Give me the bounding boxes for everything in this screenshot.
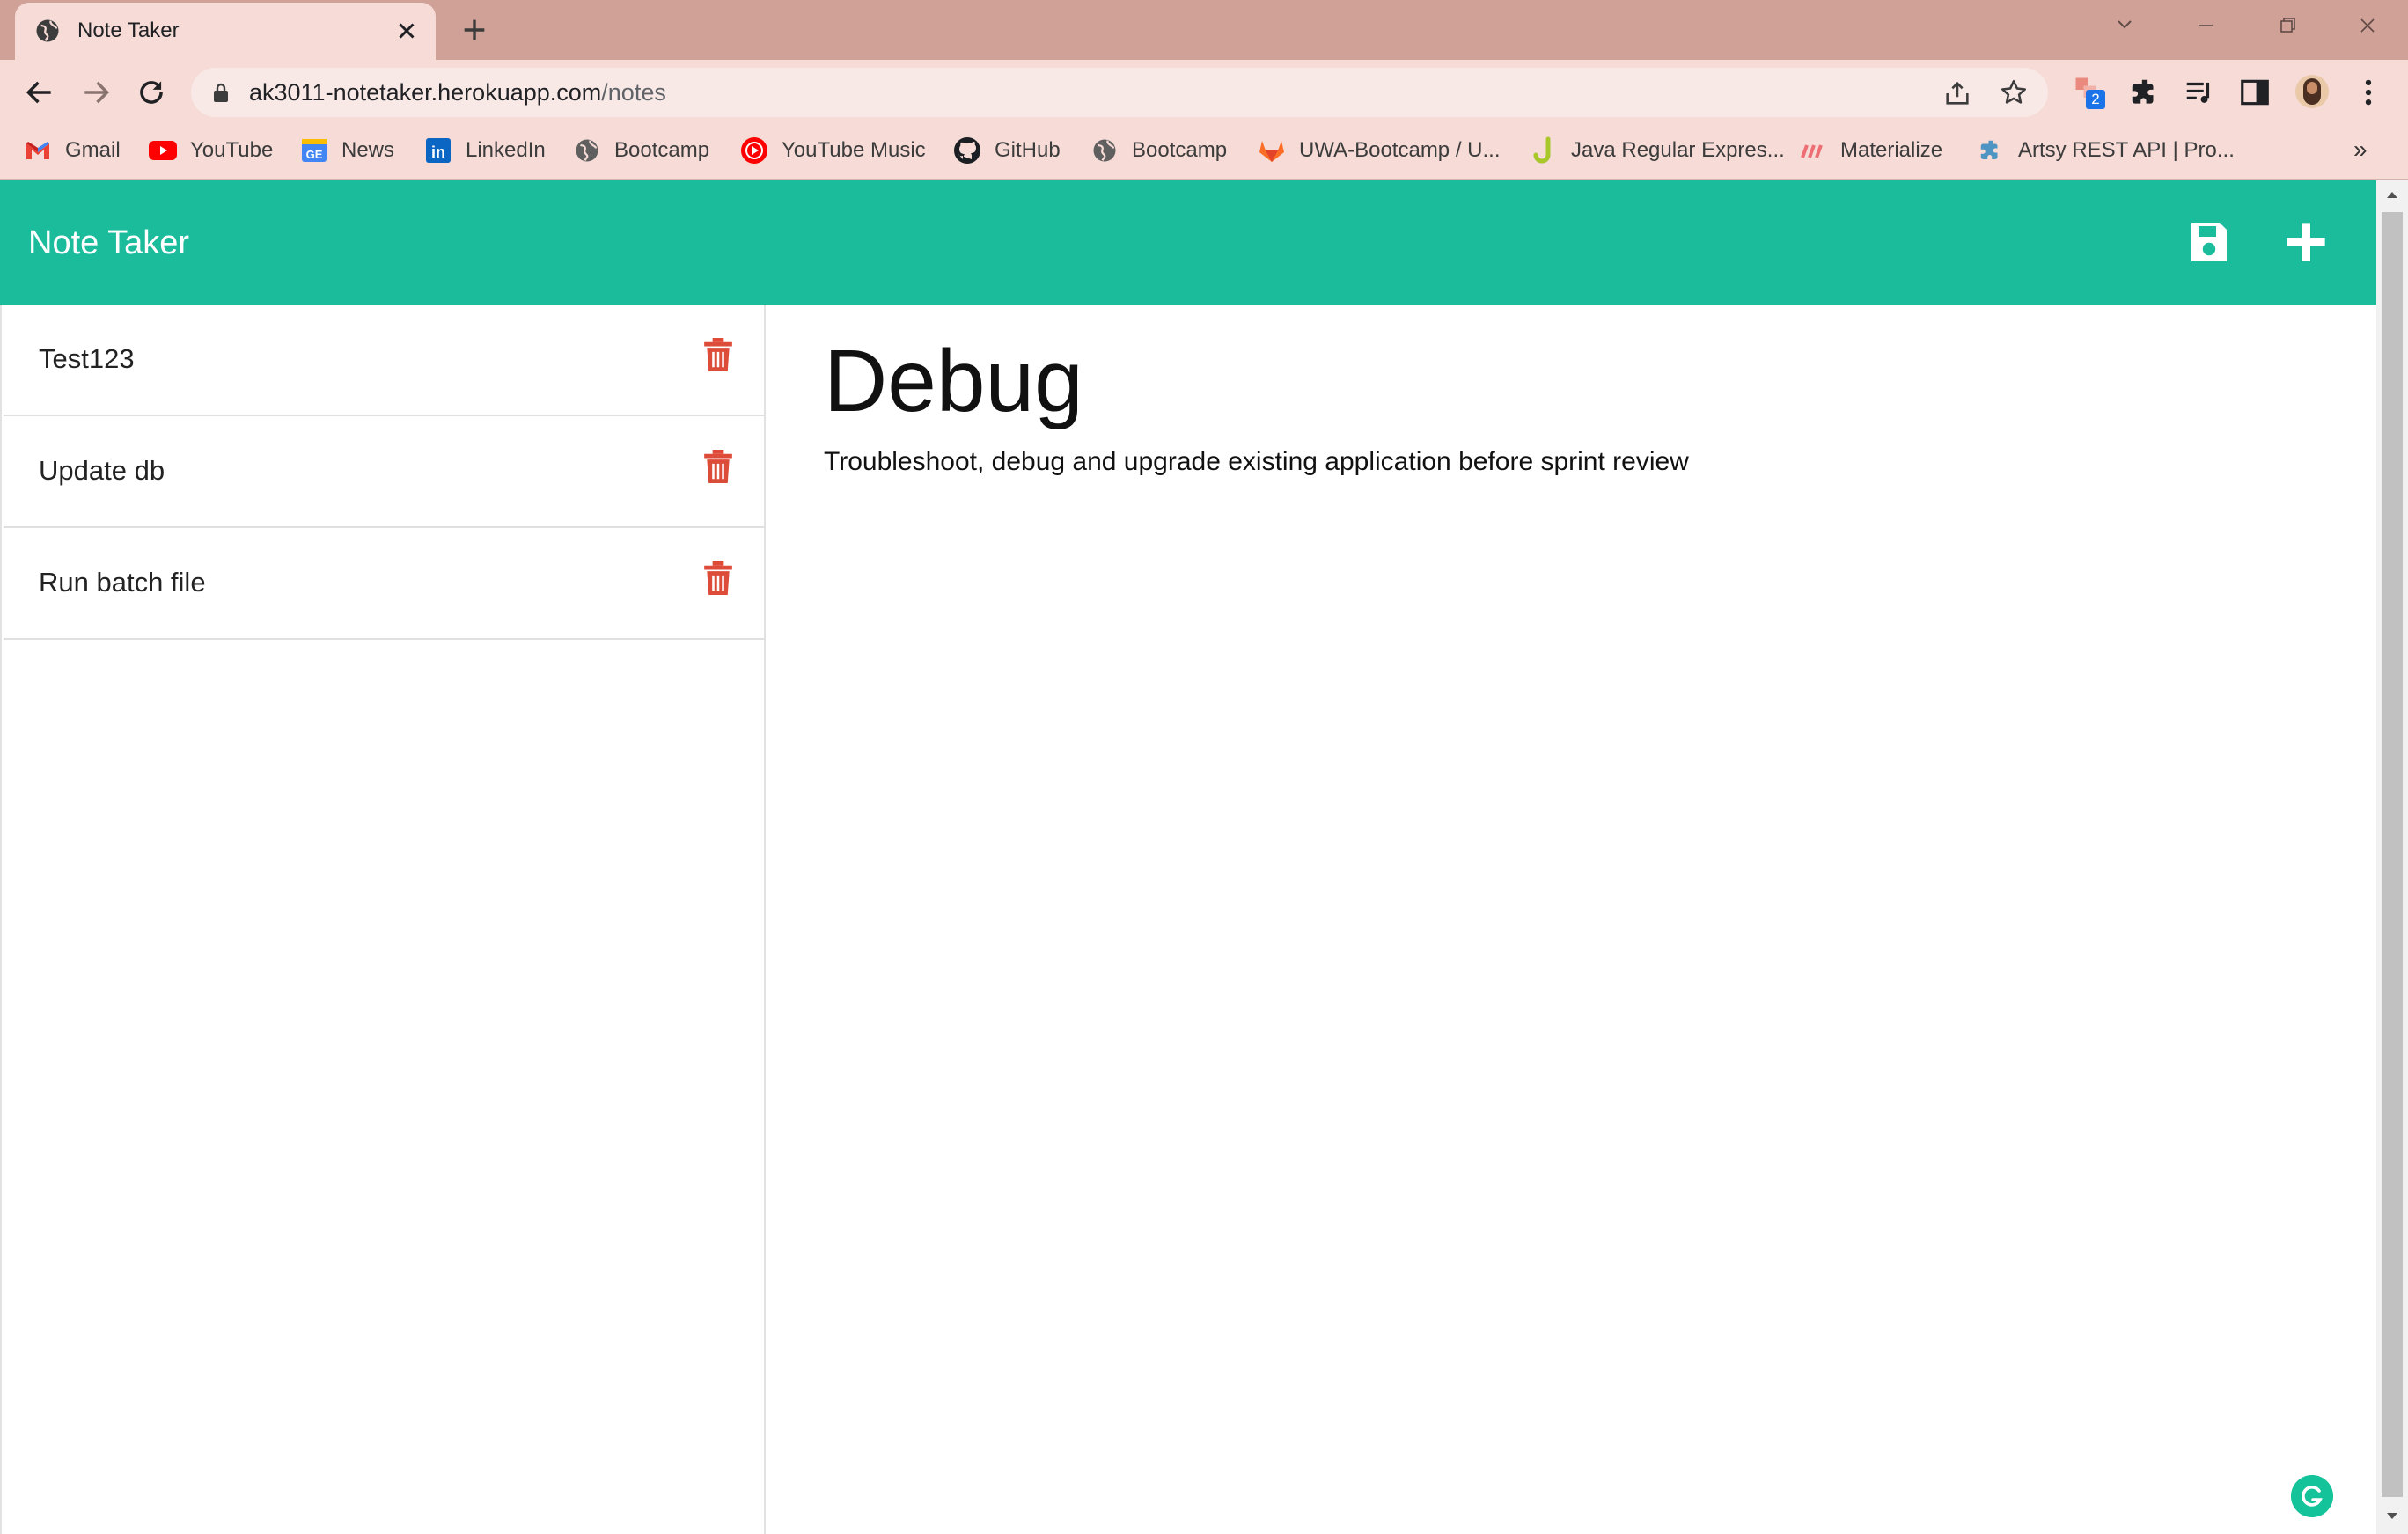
note-list-item[interactable]: Test123 (4, 305, 766, 416)
note-title[interactable]: Run batch file (39, 566, 206, 599)
browser-tab-strip: Note Taker (0, 0, 2408, 60)
note-title[interactable]: Update db (39, 454, 165, 488)
forward-icon[interactable] (79, 76, 113, 109)
address-bar[interactable]: ak3011-notetaker.herokuapp.com/notes (191, 68, 2048, 117)
close-tab-icon[interactable] (393, 18, 420, 44)
materialize-icon (1798, 136, 1828, 165)
bookmark-bootcamp-2[interactable]: Bootcamp (1090, 136, 1227, 165)
note-editor: Debug Troubleshoot, debug and upgrade ex… (767, 305, 2376, 1534)
bookmark-gmail[interactable]: Gmail (23, 136, 121, 165)
github-icon (952, 136, 982, 165)
google-news-icon: GE (299, 136, 329, 165)
gmail-icon (23, 136, 53, 165)
navbar: Note Taker (0, 180, 2376, 305)
note-title-input[interactable]: Debug (824, 331, 1083, 431)
bookmark-uwa-bootcamp[interactable]: UWA-Bootcamp / U... (1257, 136, 1501, 165)
youtube-icon (148, 136, 178, 165)
delete-note-trash-icon[interactable] (704, 561, 732, 595)
bookmark-github[interactable]: GitHub (952, 136, 1061, 165)
svg-text:in: in (431, 143, 445, 161)
delete-note-trash-icon[interactable] (704, 338, 732, 371)
profile-avatar[interactable] (2295, 75, 2329, 108)
bookmark-news[interactable]: GE News (299, 136, 394, 165)
browser-toolbar: ak3011-notetaker.herokuapp.com/notes 2 (0, 60, 2408, 123)
page-scrollbar[interactable] (2376, 180, 2408, 1534)
linkedin-icon: in (423, 136, 453, 165)
url-path: /notes (601, 79, 666, 106)
more-menu-icon[interactable] (2352, 76, 2385, 109)
scroll-down-arrow-icon[interactable] (2385, 1511, 2399, 1522)
brand-title[interactable]: Note Taker (28, 223, 189, 263)
app-page: Note Taker Test123 Update db Run batch f… (0, 180, 2408, 1534)
url-text[interactable]: ak3011-notetaker.herokuapp.com/notes (249, 79, 666, 106)
svg-text:GE: GE (306, 148, 323, 161)
tab-title: Note Taker (77, 18, 180, 42)
youtube-music-icon (739, 136, 769, 165)
bookmark-materialize[interactable]: Materialize (1798, 136, 1942, 165)
close-window-icon[interactable] (2350, 12, 2385, 39)
scroll-up-arrow-icon[interactable] (2385, 189, 2399, 200)
globe-icon (36, 19, 59, 42)
extensions-puzzle-icon[interactable] (2128, 76, 2162, 109)
side-panel-icon[interactable] (2238, 76, 2272, 109)
restore-icon[interactable] (2269, 12, 2304, 39)
new-tab-icon[interactable] (459, 15, 489, 45)
globe-icon (1090, 136, 1120, 165)
note-list-item[interactable]: Update db (4, 416, 766, 528)
delete-note-trash-icon[interactable] (704, 450, 732, 483)
bookmark-star-icon[interactable] (1999, 77, 2029, 107)
bookmark-java-regex[interactable]: Java Regular Expres... (1529, 136, 1785, 165)
extension-tabs-button[interactable]: 2 (2072, 74, 2109, 111)
media-queue-icon[interactable] (2183, 76, 2216, 109)
browser-tab[interactable]: Note Taker (15, 3, 436, 60)
note-list: Test123 Update db Run batch file (0, 305, 766, 1534)
bookmark-youtube-music[interactable]: YouTube Music (739, 136, 926, 165)
gitlab-icon (1257, 136, 1287, 165)
globe-icon (572, 136, 602, 165)
lock-icon[interactable] (210, 81, 231, 104)
bookmark-linkedin[interactable]: in LinkedIn (423, 136, 546, 165)
new-note-icon[interactable] (2283, 219, 2329, 265)
bookmark-bootcamp-1[interactable]: Bootcamp (572, 136, 709, 165)
reload-icon[interactable] (135, 76, 168, 109)
j-icon (1529, 136, 1559, 165)
tab-search-icon[interactable] (2107, 12, 2142, 39)
share-icon[interactable] (1942, 78, 1972, 108)
bookmarks-bar: Gmail YouTube GE News in LinkedIn Bootca… (0, 123, 2408, 180)
note-title[interactable]: Test123 (39, 342, 135, 376)
bookmarks-overflow-button[interactable]: » (2353, 136, 2368, 164)
back-icon[interactable] (23, 76, 56, 109)
extension-badge: 2 (2086, 90, 2105, 109)
puzzle-icon (1976, 136, 2006, 165)
note-list-item[interactable]: Run batch file (4, 528, 766, 640)
minimize-icon[interactable] (2188, 12, 2223, 39)
url-host: ak3011-notetaker.herokuapp.com (249, 79, 602, 106)
scrollbar-thumb[interactable] (2382, 212, 2403, 1497)
grammarly-icon[interactable] (2291, 1475, 2333, 1517)
bookmark-artsy-api[interactable]: Artsy REST API | Pro... (1976, 136, 2235, 165)
bookmark-youtube[interactable]: YouTube (148, 136, 273, 165)
save-note-icon[interactable] (2188, 219, 2230, 265)
note-text-area[interactable]: Troubleshoot, debug and upgrade existing… (824, 445, 1689, 479)
